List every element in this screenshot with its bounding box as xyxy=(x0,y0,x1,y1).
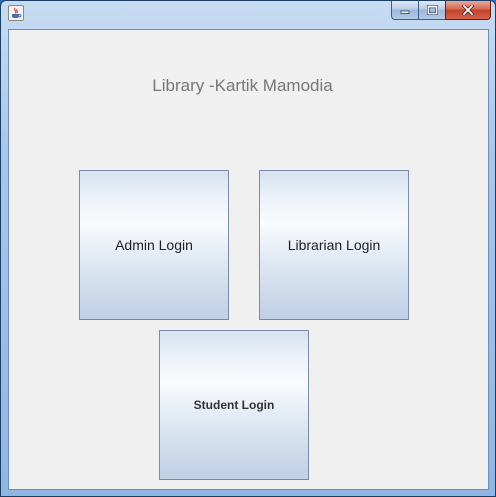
admin-login-label: Admin Login xyxy=(115,237,193,253)
content-pane: Library -Kartik Mamodia Admin Login Libr… xyxy=(8,29,489,490)
librarian-login-label: Librarian Login xyxy=(287,237,381,253)
java-coffee-icon[interactable] xyxy=(8,5,24,21)
minimize-button[interactable] xyxy=(391,1,418,20)
maximize-button[interactable] xyxy=(418,1,445,20)
window-controls xyxy=(391,1,491,20)
student-login-button[interactable]: Student Login xyxy=(159,330,309,480)
librarian-login-button[interactable]: Librarian Login xyxy=(259,170,409,320)
maximize-icon xyxy=(426,5,438,15)
close-button[interactable] xyxy=(445,1,491,20)
minimize-icon xyxy=(400,10,410,14)
student-login-label: Student Login xyxy=(193,398,275,412)
admin-login-button[interactable]: Admin Login xyxy=(79,170,229,320)
application-window: Library -Kartik Mamodia Admin Login Libr… xyxy=(0,0,496,497)
page-title: Library -Kartik Mamodia xyxy=(152,76,333,95)
title-bar[interactable] xyxy=(1,1,495,27)
close-icon xyxy=(462,5,474,15)
